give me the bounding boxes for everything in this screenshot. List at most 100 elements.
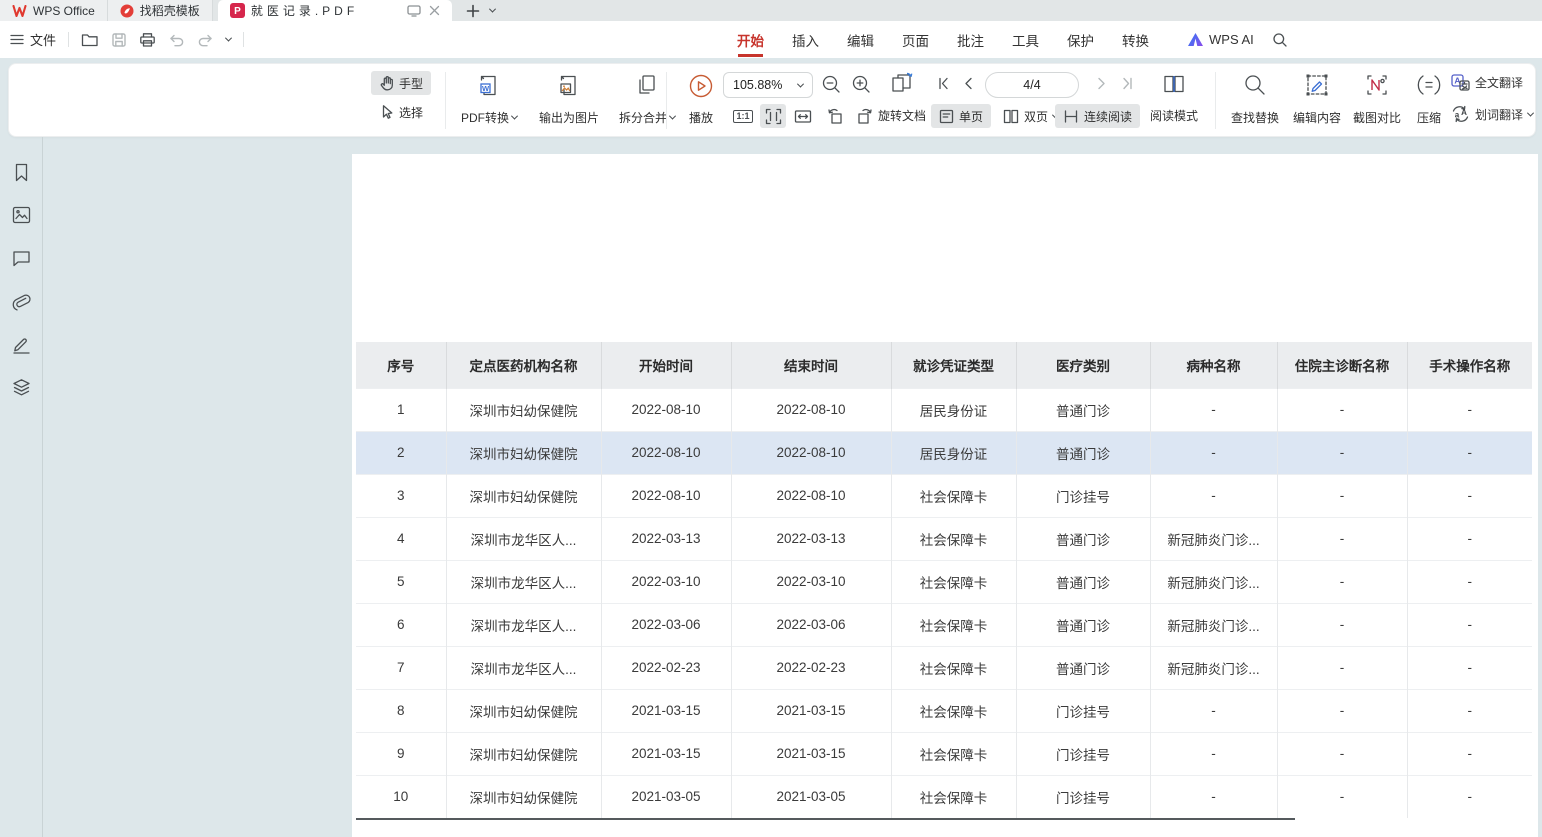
pdf-convert-icon: W bbox=[477, 73, 501, 99]
rotate-document-label[interactable]: 旋转文档 bbox=[878, 107, 926, 124]
open-file-icon[interactable] bbox=[81, 32, 99, 48]
table-cell: - bbox=[1150, 388, 1277, 431]
menu-insert[interactable]: 插入 bbox=[792, 21, 819, 58]
save-icon[interactable] bbox=[111, 32, 127, 48]
wps-ai-button[interactable]: WPS AI bbox=[1188, 21, 1254, 58]
menu-protect[interactable]: 保护 bbox=[1067, 21, 1094, 58]
menu-bar: 文件 开始 插入 编辑 页面 批注 工具 保护 转换 WPS AI bbox=[0, 21, 1542, 58]
word-translate-button[interactable]: aA 划词翻译 bbox=[1451, 105, 1533, 123]
rotate-right-button[interactable] bbox=[852, 104, 878, 128]
pdf-convert-button[interactable]: W PDF转换 bbox=[451, 70, 527, 131]
full-translate-button[interactable]: A 全文翻译 bbox=[1451, 74, 1523, 91]
column-header: 医疗类别 bbox=[1016, 342, 1150, 388]
table-cell: - bbox=[1407, 431, 1532, 474]
table-row: 5深圳市龙华区人...2022-03-102022-03-10社会保障卡普通门诊… bbox=[356, 560, 1532, 603]
menubar-search-icon[interactable] bbox=[1272, 32, 1288, 48]
tab-label: 就医记录.PDF bbox=[251, 2, 358, 19]
actual-size-button[interactable]: 1:1 bbox=[731, 104, 755, 128]
menu-convert[interactable]: 转换 bbox=[1122, 21, 1149, 58]
fit-page-button[interactable] bbox=[760, 104, 786, 128]
table-cell: 深圳市龙华区人... bbox=[446, 603, 601, 646]
document-page: 序号定点医药机构名称开始时间结束时间就诊凭证类型医疗类别病种名称住院主诊断名称手… bbox=[352, 154, 1538, 837]
undo-icon[interactable] bbox=[168, 33, 185, 47]
table-cell: - bbox=[1407, 732, 1532, 775]
column-header: 病种名称 bbox=[1150, 342, 1277, 388]
close-tab-icon[interactable] bbox=[429, 5, 440, 16]
find-replace-button[interactable]: 查找替换 bbox=[1225, 70, 1285, 131]
hand-tool-button[interactable]: 手型 bbox=[371, 71, 431, 95]
last-page-button[interactable] bbox=[1121, 77, 1134, 90]
tab-list-chevron-icon[interactable] bbox=[489, 6, 496, 13]
table-cell: 普通门诊 bbox=[1016, 646, 1150, 689]
table-cell: 社会保障卡 bbox=[891, 517, 1016, 560]
menu-home[interactable]: 开始 bbox=[737, 21, 764, 58]
zoom-level-value: 105.88% bbox=[733, 78, 782, 92]
signature-panel-icon[interactable] bbox=[10, 333, 32, 355]
column-header: 就诊凭证类型 bbox=[891, 342, 1016, 388]
next-page-button[interactable] bbox=[1097, 77, 1107, 90]
table-cell: - bbox=[1407, 560, 1532, 603]
file-menu[interactable]: 文件 bbox=[10, 30, 56, 49]
table-cell: 1 bbox=[356, 388, 446, 431]
read-mode-icon[interactable] bbox=[1161, 72, 1187, 96]
layers-panel-icon[interactable] bbox=[10, 376, 32, 398]
read-mode-label[interactable]: 阅读模式 bbox=[1150, 107, 1198, 124]
table-cell: 2022-08-10 bbox=[601, 388, 731, 431]
continuous-read-button[interactable]: 连续阅读 bbox=[1055, 104, 1140, 128]
table-cell: 2022-03-13 bbox=[601, 517, 731, 560]
table-cell: - bbox=[1277, 474, 1407, 517]
table-row: 9深圳市妇幼保健院2021-03-152021-03-15社会保障卡门诊挂号--… bbox=[356, 732, 1532, 775]
table-cell: - bbox=[1277, 431, 1407, 474]
first-page-button[interactable] bbox=[937, 77, 950, 90]
table-cell: 普通门诊 bbox=[1016, 603, 1150, 646]
export-image-button[interactable]: 输出为图片 bbox=[529, 70, 609, 131]
page-indicator-input[interactable]: 4/4 bbox=[985, 72, 1079, 98]
table-cell: 深圳市妇幼保健院 bbox=[446, 732, 601, 775]
attachments-panel-icon[interactable] bbox=[10, 290, 32, 312]
compress-button[interactable]: 压缩 bbox=[1407, 70, 1451, 131]
split-merge-icon bbox=[635, 73, 659, 99]
edit-content-button[interactable]: 编辑内容 bbox=[1287, 70, 1347, 131]
table-cell: 2021-03-15 bbox=[731, 689, 891, 732]
rotate-left-button[interactable] bbox=[822, 104, 848, 128]
svg-text:P: P bbox=[234, 6, 241, 17]
zoom-out-button[interactable] bbox=[821, 74, 842, 95]
tab-document-active[interactable]: P 就医记录.PDF bbox=[218, 0, 452, 21]
screenshot-compare-button[interactable]: 截图对比 bbox=[1347, 70, 1407, 131]
tab-wps-home[interactable]: WPS Office bbox=[0, 0, 108, 21]
new-tab-icon[interactable] bbox=[466, 4, 480, 18]
table-cell: - bbox=[1150, 689, 1277, 732]
table-cell: 社会保障卡 bbox=[891, 775, 1016, 818]
table-cell: 居民身份证 bbox=[891, 431, 1016, 474]
menu-annotate[interactable]: 批注 bbox=[957, 21, 984, 58]
tab-docer-templates[interactable]: 找稻壳模板 bbox=[108, 0, 213, 21]
zoom-level-select[interactable]: 105.88% bbox=[723, 72, 813, 98]
table-row: 6深圳市龙华区人...2022-03-062022-03-06社会保障卡普通门诊… bbox=[356, 603, 1532, 646]
chevron-down-icon bbox=[1527, 109, 1534, 116]
comments-panel-icon[interactable] bbox=[10, 247, 32, 269]
redo-icon[interactable] bbox=[197, 33, 214, 47]
table-cell: 4 bbox=[356, 517, 446, 560]
thumbnails-panel-icon[interactable] bbox=[10, 204, 32, 226]
table-cell: - bbox=[1407, 646, 1532, 689]
bookmarks-panel-icon[interactable] bbox=[10, 161, 32, 183]
print-icon[interactable] bbox=[139, 32, 156, 48]
table-cell: 深圳市妇幼保健院 bbox=[446, 388, 601, 431]
table-row: 1深圳市妇幼保健院2022-08-102022-08-10居民身份证普通门诊--… bbox=[356, 388, 1532, 431]
rotate-document-icon[interactable] bbox=[889, 72, 917, 98]
menu-edit[interactable]: 编辑 bbox=[847, 21, 874, 58]
table-cell: 2021-03-15 bbox=[731, 732, 891, 775]
column-header: 手术操作名称 bbox=[1407, 342, 1532, 388]
split-merge-button[interactable]: 拆分合并 bbox=[611, 70, 683, 131]
zoom-in-button[interactable] bbox=[851, 74, 872, 95]
quick-access-chevron-icon[interactable] bbox=[225, 35, 232, 42]
single-page-icon bbox=[939, 109, 954, 124]
select-tool-button[interactable]: 选择 bbox=[371, 100, 431, 124]
menu-page[interactable]: 页面 bbox=[902, 21, 929, 58]
single-page-button[interactable]: 单页 bbox=[931, 104, 991, 128]
present-mode-icon[interactable] bbox=[407, 5, 421, 17]
play-button[interactable]: 播放 bbox=[675, 70, 727, 131]
fit-width-button[interactable] bbox=[790, 104, 816, 128]
previous-page-button[interactable] bbox=[963, 77, 973, 90]
menu-tools[interactable]: 工具 bbox=[1012, 21, 1039, 58]
